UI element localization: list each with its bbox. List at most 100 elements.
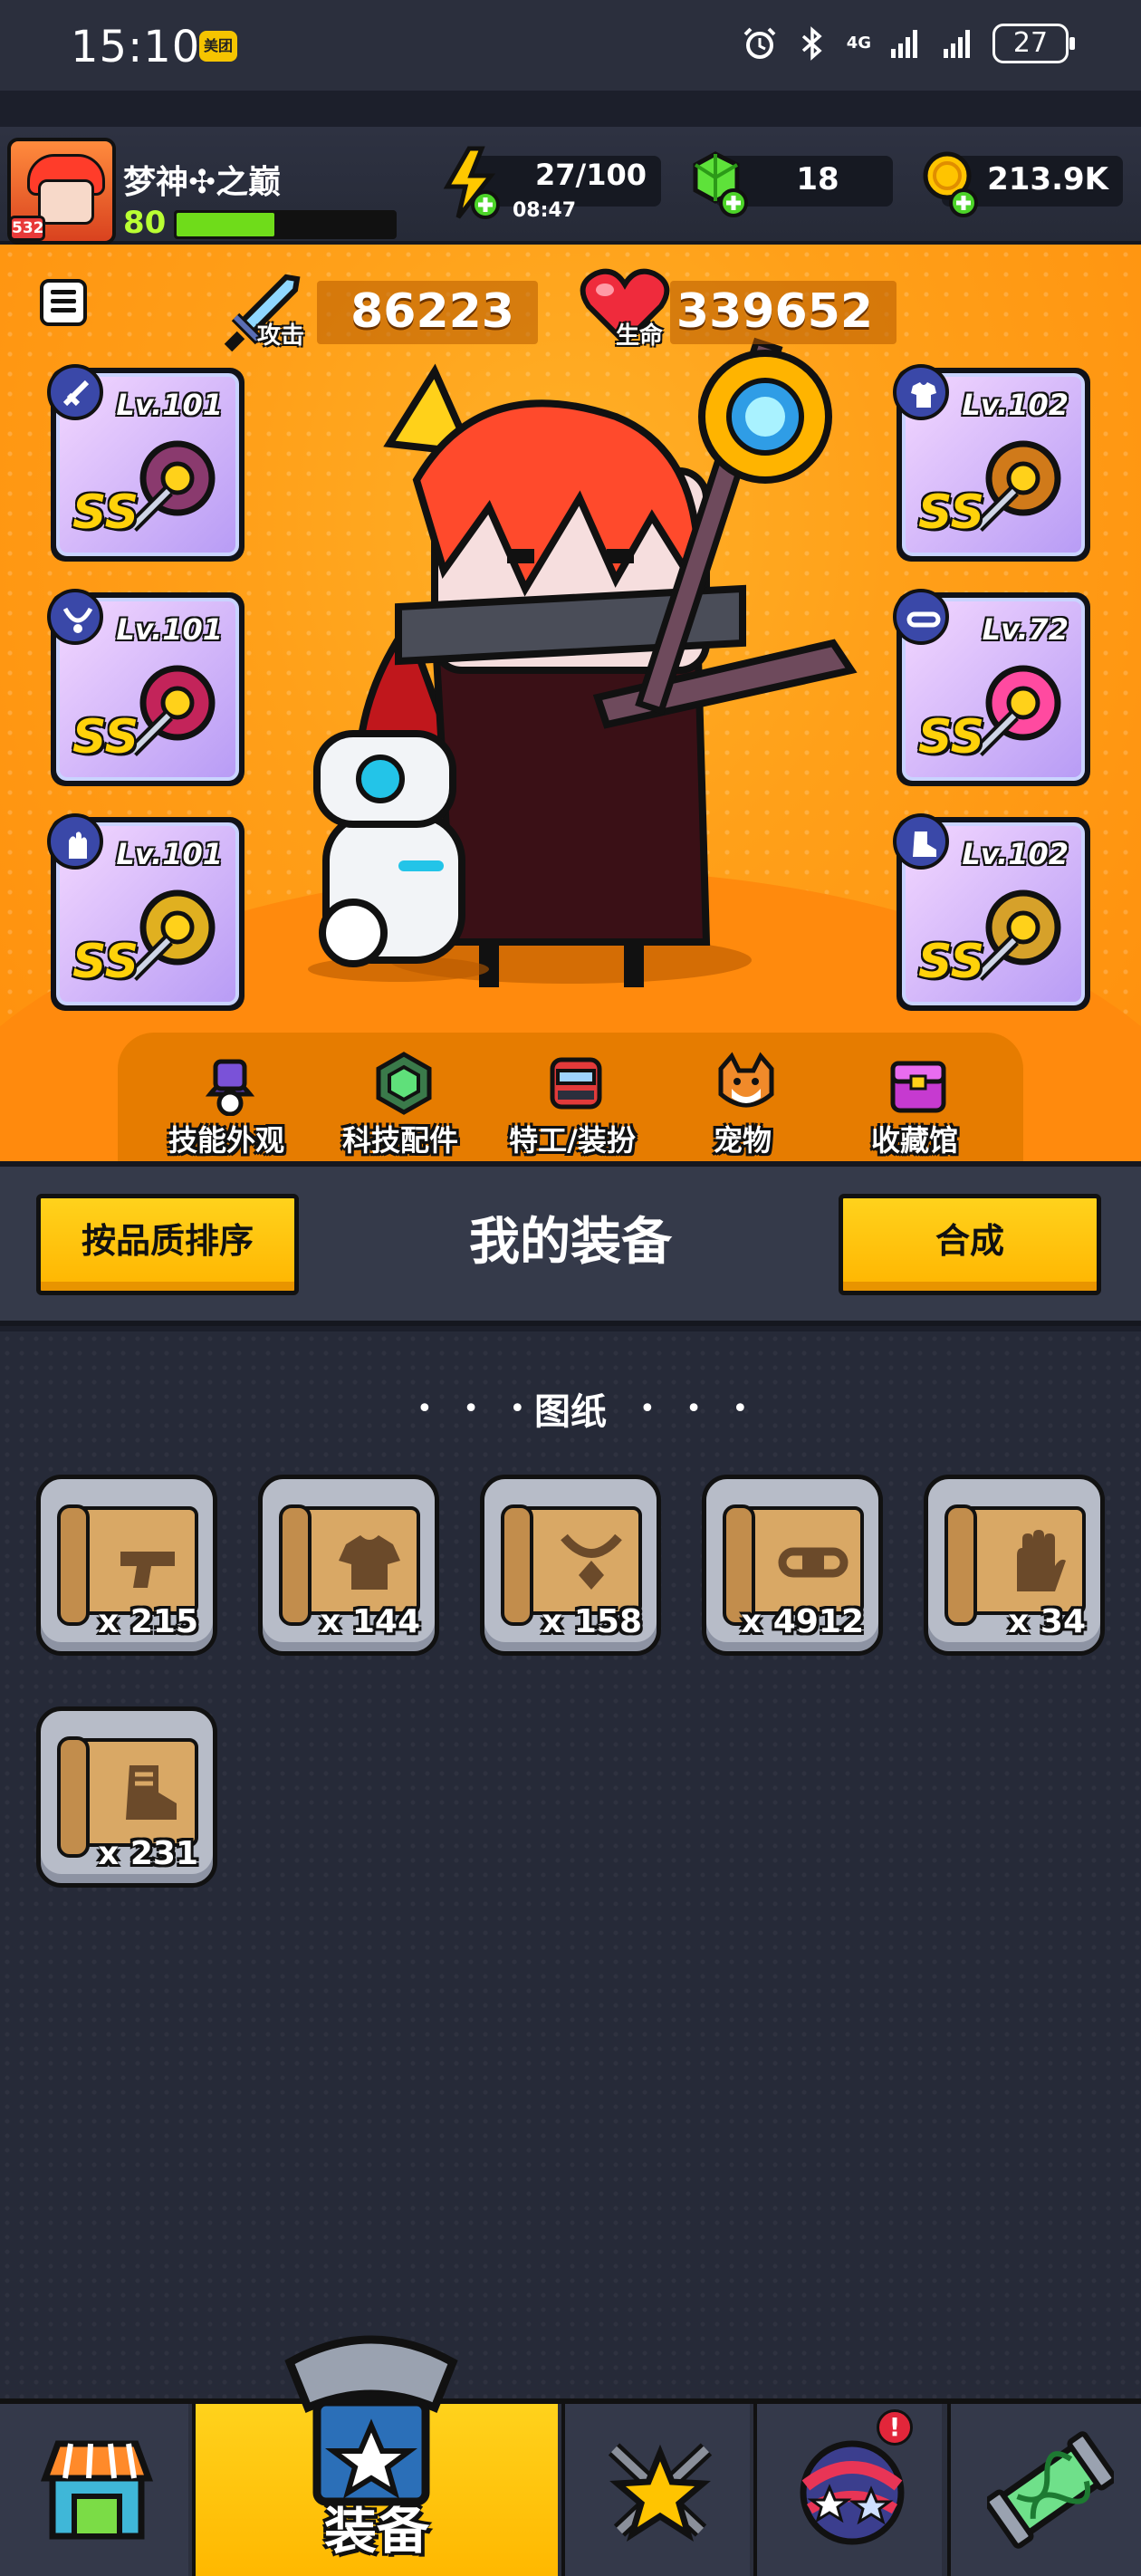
bluetooth-icon [801,26,822,61]
equipment-slot-armor[interactable]: Lv.102 SS [893,364,1090,562]
equipment-slot-weapon[interactable]: Lv.101 SS [47,364,244,562]
slot-badge [47,589,103,645]
pet-dog-icon [718,1052,774,1108]
slot-badge [47,813,103,870]
slot-badge [47,364,103,420]
shortcut-agent[interactable]: 特工/装扮 [491,1051,654,1161]
blueprint-boots[interactable]: x 231 [36,1706,217,1888]
blueprint-scroll [279,1504,420,1626]
player-name: 梦神✣之巅 [123,164,282,201]
shortcut-label: 特工/装扮 [509,1123,636,1158]
energy-timer: 08:47 [513,199,577,222]
page-title: 我的装备 [469,1213,672,1272]
boots-icon [126,1765,177,1820]
player-level: 80 [123,205,167,241]
hp-value: 339652 [676,284,873,339]
slot-badge [893,589,949,645]
energy-bolt-icon [443,146,500,219]
blueprint-glove[interactable]: x 34 [924,1475,1105,1656]
shortcut-collection-chest[interactable]: 收藏馆 [833,1051,996,1161]
shortcut-pet-dog[interactable]: 宠物 [661,1051,824,1161]
belt-icon [906,611,941,628]
shortcut-label: 收藏馆 [870,1123,958,1158]
tab-planet[interactable] [753,2404,942,2576]
blueprint-scroll [57,1736,198,1858]
shortcut-tech-part[interactable]: 科技配件 [319,1051,482,1161]
equipment-level: Lv.101 [116,612,223,647]
network-label: 4G [846,34,871,53]
weapon-icon [120,1552,175,1588]
agent-icon [550,1057,602,1110]
blueprint-weapon[interactable]: x 215 [36,1475,217,1656]
equipment-slot-boots[interactable]: Lv.102 SS [893,813,1090,1011]
belt-icon [778,1547,849,1578]
avatar-badge: 532 [9,216,45,241]
battery-indicator: 27 [992,24,1075,63]
weapon-icon [62,380,90,407]
blueprint-necklace[interactable]: x 158 [480,1475,661,1656]
necklace-icon [62,607,93,633]
blueprint-scroll [944,1504,1086,1626]
blueprint-scroll [57,1504,198,1626]
evolve-icon [987,2431,1114,2549]
shop-icon [40,2440,154,2540]
blueprint-quantity: x 144 [320,1603,420,1640]
planet-icon [800,2440,905,2545]
signal-icon [891,30,917,58]
equipment-rank: SS [918,485,985,540]
equipment-slot-necklace[interactable]: Lv.101 SS [47,589,244,786]
title-dots-right: • • • [639,1393,760,1425]
blueprint-scroll [501,1504,642,1626]
slot-badge [893,813,949,870]
equipment-icon [284,2335,458,2506]
necklace-icon [561,1533,622,1590]
glove-icon [69,831,87,859]
equipment-level: Lv.72 [982,612,1069,647]
tab-battle[interactable] [561,2404,750,2576]
blueprint-quantity: x 4912 [741,1603,864,1640]
shortcut-label: 科技配件 [341,1123,458,1158]
equipment-slot-glove[interactable]: Lv.101 SS [47,813,244,1011]
gem-icon [693,151,748,217]
armor-icon [911,382,936,408]
tab-evolve[interactable] [947,2404,1141,2576]
robot-pet [308,730,489,982]
coin-icon [923,151,978,217]
collection-chest-icon [890,1061,946,1113]
app-badge: 美团 [199,31,237,62]
attack-stat: 86223 [317,281,538,344]
battle-icon [608,2443,713,2542]
merge-button[interactable]: 合成 [839,1194,1101,1295]
equipment-slot-belt[interactable]: Lv.72 SS [893,589,1090,786]
status-bar: 15:10 美团 4G 27 [0,0,1141,91]
attack-value: 86223 [350,284,514,339]
shortcut-skin-hat[interactable]: 技能外观 [145,1051,308,1161]
shortcut-label: 技能外观 [168,1123,284,1158]
glove-icon [1017,1530,1066,1591]
notification-badge: ! [877,2409,913,2446]
equipment-rank: SS [72,710,139,764]
xp-bar [174,210,397,239]
blueprint-quantity: x 34 [1008,1603,1086,1640]
tech-part-icon [376,1052,432,1115]
sort-by-quality-button[interactable]: 按品质排序 [36,1194,299,1295]
blueprint-quantity: x 215 [98,1603,198,1640]
equipment-level: Lv.101 [116,388,223,422]
skin-hat-icon [205,1059,255,1116]
tab-shop[interactable] [0,2404,188,2576]
status-time: 15:10 [71,22,201,72]
equipment-level: Lv.102 [962,388,1069,422]
blueprint-quantity: x 231 [98,1835,198,1872]
blueprint-quantity: x 158 [542,1603,642,1640]
shortcut-label: 宠物 [713,1123,772,1158]
blueprint-armor[interactable]: x 144 [258,1475,439,1656]
menu-button[interactable] [40,279,87,326]
hp-label: 生命 [616,322,664,350]
equipment-rank: SS [72,485,139,540]
equipment-level: Lv.101 [116,837,223,871]
status-icons: 4G 27 [742,24,1075,63]
equipment-rank: SS [72,935,139,989]
blueprint-belt[interactable]: x 4912 [702,1475,883,1656]
xp-bar-fill [177,213,274,236]
equipment-rank: SS [918,935,985,989]
